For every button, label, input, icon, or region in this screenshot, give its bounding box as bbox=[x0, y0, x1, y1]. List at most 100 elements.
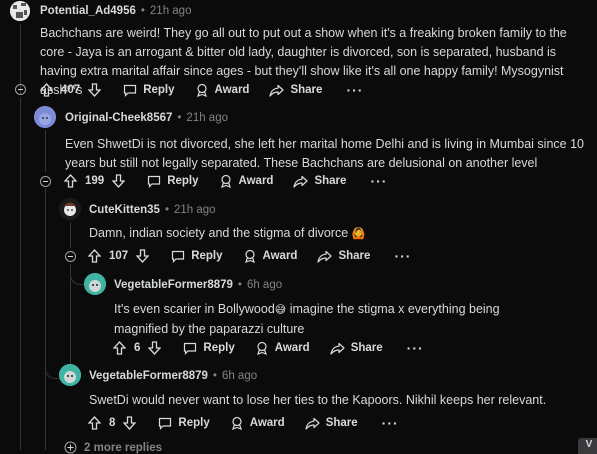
award-icon bbox=[256, 341, 267, 355]
collapse-icon[interactable] bbox=[40, 176, 51, 187]
username[interactable]: Potential_Ad4956 bbox=[40, 5, 136, 17]
collapse-icon[interactable] bbox=[65, 251, 76, 262]
thread-line-2[interactable] bbox=[45, 130, 46, 172]
share-button[interactable]: Share bbox=[330, 342, 383, 355]
collapse-icon[interactable] bbox=[15, 84, 26, 95]
award-label: Award bbox=[262, 250, 298, 262]
reply-label: Reply bbox=[167, 175, 199, 187]
reply-button[interactable]: Reply bbox=[183, 342, 235, 355]
reply-button[interactable]: Reply bbox=[171, 250, 223, 263]
share-label: Share bbox=[338, 250, 371, 262]
avatar[interactable] bbox=[59, 198, 81, 220]
snoo-avatar-icon bbox=[59, 364, 81, 386]
comment-icon bbox=[148, 175, 161, 188]
vote-count: 407 bbox=[61, 84, 81, 96]
vote-count: 107 bbox=[109, 250, 129, 262]
award-label: Award bbox=[249, 417, 285, 429]
thread-line-2b[interactable] bbox=[45, 188, 46, 450]
timestamp[interactable]: 21h ago bbox=[174, 204, 216, 216]
vote-group: 8 bbox=[88, 416, 137, 430]
award-button[interactable]: Award bbox=[195, 83, 249, 97]
more-options-button[interactable]: ··· bbox=[382, 415, 399, 431]
award-icon bbox=[244, 249, 255, 263]
comment-meta: VegetableFormer8879 • 6h ago bbox=[114, 279, 282, 291]
snoo-avatar-icon bbox=[34, 106, 56, 128]
share-label: Share bbox=[325, 417, 358, 429]
avatar[interactable] bbox=[10, 1, 30, 21]
reply-button[interactable]: Reply bbox=[158, 417, 210, 430]
vote-count: 8 bbox=[109, 417, 116, 429]
thread-connector bbox=[70, 270, 85, 285]
timestamp[interactable]: 6h ago bbox=[222, 370, 257, 382]
reply-label: Reply bbox=[178, 417, 210, 429]
award-button[interactable]: Award bbox=[243, 249, 298, 263]
comment-body: It's even scarier in Bollywood😅 imagine … bbox=[114, 300, 554, 339]
more-options-button[interactable]: ··· bbox=[407, 340, 424, 356]
timestamp[interactable]: 21h ago bbox=[186, 112, 228, 124]
share-icon bbox=[305, 417, 320, 430]
username[interactable]: CuteKitten35 bbox=[89, 204, 160, 216]
upvote-icon[interactable] bbox=[88, 416, 101, 430]
vote-group: 407 bbox=[40, 83, 102, 97]
snoo-avatar-icon bbox=[59, 198, 81, 220]
avatar[interactable] bbox=[34, 106, 56, 128]
upvote-icon[interactable] bbox=[88, 249, 101, 263]
upvote-icon[interactable] bbox=[113, 341, 126, 355]
timestamp[interactable]: 6h ago bbox=[247, 279, 282, 291]
comment-meta: CuteKitten35 • 21h ago bbox=[89, 204, 216, 216]
share-button[interactable]: Share bbox=[305, 417, 358, 430]
comment-actions: 199 Reply Award Share ··· bbox=[64, 171, 387, 191]
share-label: Share bbox=[314, 175, 347, 187]
thread-line-3[interactable] bbox=[70, 222, 71, 248]
username[interactable]: VegetableFormer8879 bbox=[89, 370, 208, 382]
more-options-button[interactable]: ··· bbox=[346, 82, 363, 98]
comment-actions: 107 Reply Award Share ··· bbox=[88, 246, 411, 266]
timestamp[interactable]: 21h ago bbox=[150, 5, 192, 17]
vote-group: 107 bbox=[88, 249, 150, 263]
downvote-icon[interactable] bbox=[148, 341, 162, 355]
share-button[interactable]: Share bbox=[293, 175, 346, 188]
share-icon bbox=[269, 84, 285, 97]
reply-label: Reply bbox=[143, 84, 175, 96]
meta-separator: • bbox=[140, 5, 145, 17]
thread-line-3b[interactable] bbox=[70, 264, 71, 379]
comment-icon bbox=[159, 417, 172, 430]
upvote-icon[interactable] bbox=[40, 83, 53, 97]
more-options-button[interactable]: ··· bbox=[370, 173, 387, 189]
thread-line-1b[interactable] bbox=[20, 98, 21, 450]
snoo-avatar-icon bbox=[84, 273, 106, 295]
share-button[interactable]: Share bbox=[317, 250, 370, 263]
award-button[interactable]: Award bbox=[219, 174, 274, 188]
reply-button[interactable]: Reply bbox=[123, 84, 175, 97]
corner-badge[interactable]: V bbox=[578, 438, 597, 454]
comment-text: It's even scarier in Bollywood bbox=[114, 302, 275, 316]
downvote-icon[interactable] bbox=[88, 83, 102, 97]
more-replies-button[interactable]: 2 more replies bbox=[64, 441, 162, 454]
comment-text: Damn, indian society and the stigma of d… bbox=[89, 226, 349, 240]
vote-count: 6 bbox=[134, 342, 141, 354]
award-button[interactable]: Award bbox=[255, 341, 310, 355]
share-icon bbox=[293, 175, 309, 188]
downvote-icon[interactable] bbox=[123, 416, 137, 430]
thread-connector bbox=[45, 364, 60, 379]
username[interactable]: Original-Cheek8567 bbox=[65, 112, 172, 124]
share-label: Share bbox=[290, 84, 323, 96]
award-icon bbox=[196, 83, 207, 97]
username[interactable]: VegetableFormer8879 bbox=[114, 279, 233, 291]
meta-separator: • bbox=[212, 370, 217, 382]
award-label: Award bbox=[238, 175, 274, 187]
award-button[interactable]: Award bbox=[230, 416, 285, 430]
more-options-button[interactable]: ··· bbox=[394, 248, 411, 264]
comment-icon bbox=[184, 342, 197, 355]
emoji: 😅 bbox=[274, 304, 287, 316]
share-icon bbox=[317, 250, 333, 263]
avatar[interactable] bbox=[59, 364, 81, 386]
downvote-icon[interactable] bbox=[136, 249, 150, 263]
avatar[interactable] bbox=[84, 273, 106, 295]
share-button[interactable]: Share bbox=[269, 84, 322, 97]
upvote-icon[interactable] bbox=[64, 174, 77, 188]
reply-button[interactable]: Reply bbox=[147, 175, 199, 188]
downvote-icon[interactable] bbox=[112, 174, 126, 188]
reply-label: Reply bbox=[203, 342, 235, 354]
meta-separator: • bbox=[237, 279, 242, 291]
